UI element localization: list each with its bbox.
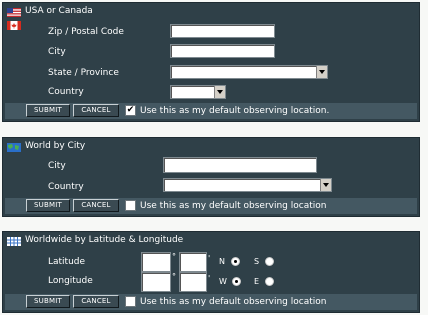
world-cancel-button[interactable]: CANCEL [73,199,119,212]
state-label: State / Province [48,68,119,78]
chevron-down-icon[interactable] [316,66,327,78]
usa-default-label: Use this as my default observing locatio… [140,106,330,116]
zip-label: Zip / Postal Code [48,27,124,37]
south-radio[interactable] [265,257,274,266]
canada-flag-icon [7,21,21,33]
world-default-label: Use this as my default observing locatio… [140,201,327,211]
world-map-icon [7,143,21,155]
world-country-label: Country [48,182,84,192]
usa-country-select[interactable] [170,85,226,99]
state-select[interactable] [170,65,328,79]
lat-long-cancel-button[interactable]: CANCEL [73,295,119,308]
lat-long-panel: Worldwide by Latitude & Longitude Latitu… [2,231,420,313]
world-action-bar: SUBMIT CANCEL Use this as my default obs… [5,198,417,214]
east-label: E [254,277,260,286]
country-label: Country [48,87,84,97]
chevron-down-icon[interactable] [214,86,225,98]
usa-city-input[interactable] [170,44,275,58]
world-country-select[interactable] [163,178,332,192]
latitude-minutes-input[interactable] [179,252,207,272]
usa-default-checkbox[interactable]: ✔ [125,105,136,116]
grid-icon [7,237,21,249]
world-city-label: City [48,161,66,171]
north-radio[interactable] [231,257,240,266]
world-submit-button[interactable]: SUBMIT [26,199,70,212]
world-city-input[interactable] [163,157,317,173]
latitude-label: Latitude [48,257,86,267]
lat-long-default-checkbox[interactable] [125,296,136,307]
usa-submit-button[interactable]: SUBMIT [26,104,70,117]
chevron-down-icon[interactable] [320,179,331,191]
world-default-checkbox[interactable] [125,200,136,211]
longitude-degree-mark: ° [172,272,176,281]
lat-long-submit-button[interactable]: SUBMIT [26,295,70,308]
world-by-city-panel: World by City City Country SUBMIT CANCEL… [2,137,420,217]
latitude-degree-mark: ° [172,252,176,261]
lat-long-title: Worldwide by Latitude & Longitude [25,235,184,245]
city-label: City [48,47,66,57]
usa-cancel-button[interactable]: CANCEL [73,104,119,117]
usa-canada-title: USA or Canada [25,6,93,16]
longitude-minute-mark: ' [208,274,211,283]
west-label: W [219,277,227,286]
north-label: N [219,257,225,266]
latitude-minute-mark: ' [208,254,211,263]
longitude-degrees-input[interactable] [141,272,171,292]
zip-input[interactable] [170,24,275,38]
usa-canada-panel: USA or Canada Zip / Postal Code City Sta… [2,2,420,122]
longitude-label: Longitude [48,276,93,286]
lat-long-action-bar: SUBMIT CANCEL Use this as my default obs… [5,294,417,310]
usa-flag-icon [7,8,21,20]
usa-action-bar: SUBMIT CANCEL ✔ Use this as my default o… [5,103,417,119]
lat-long-default-label: Use this as my default observing locatio… [140,297,327,307]
west-radio[interactable] [232,277,241,286]
south-label: S [254,257,260,266]
east-radio[interactable] [265,277,274,286]
check-icon: ✔ [126,105,135,115]
latitude-degrees-input[interactable] [141,252,171,272]
world-by-city-title: World by City [25,141,86,151]
longitude-minutes-input[interactable] [179,272,207,292]
